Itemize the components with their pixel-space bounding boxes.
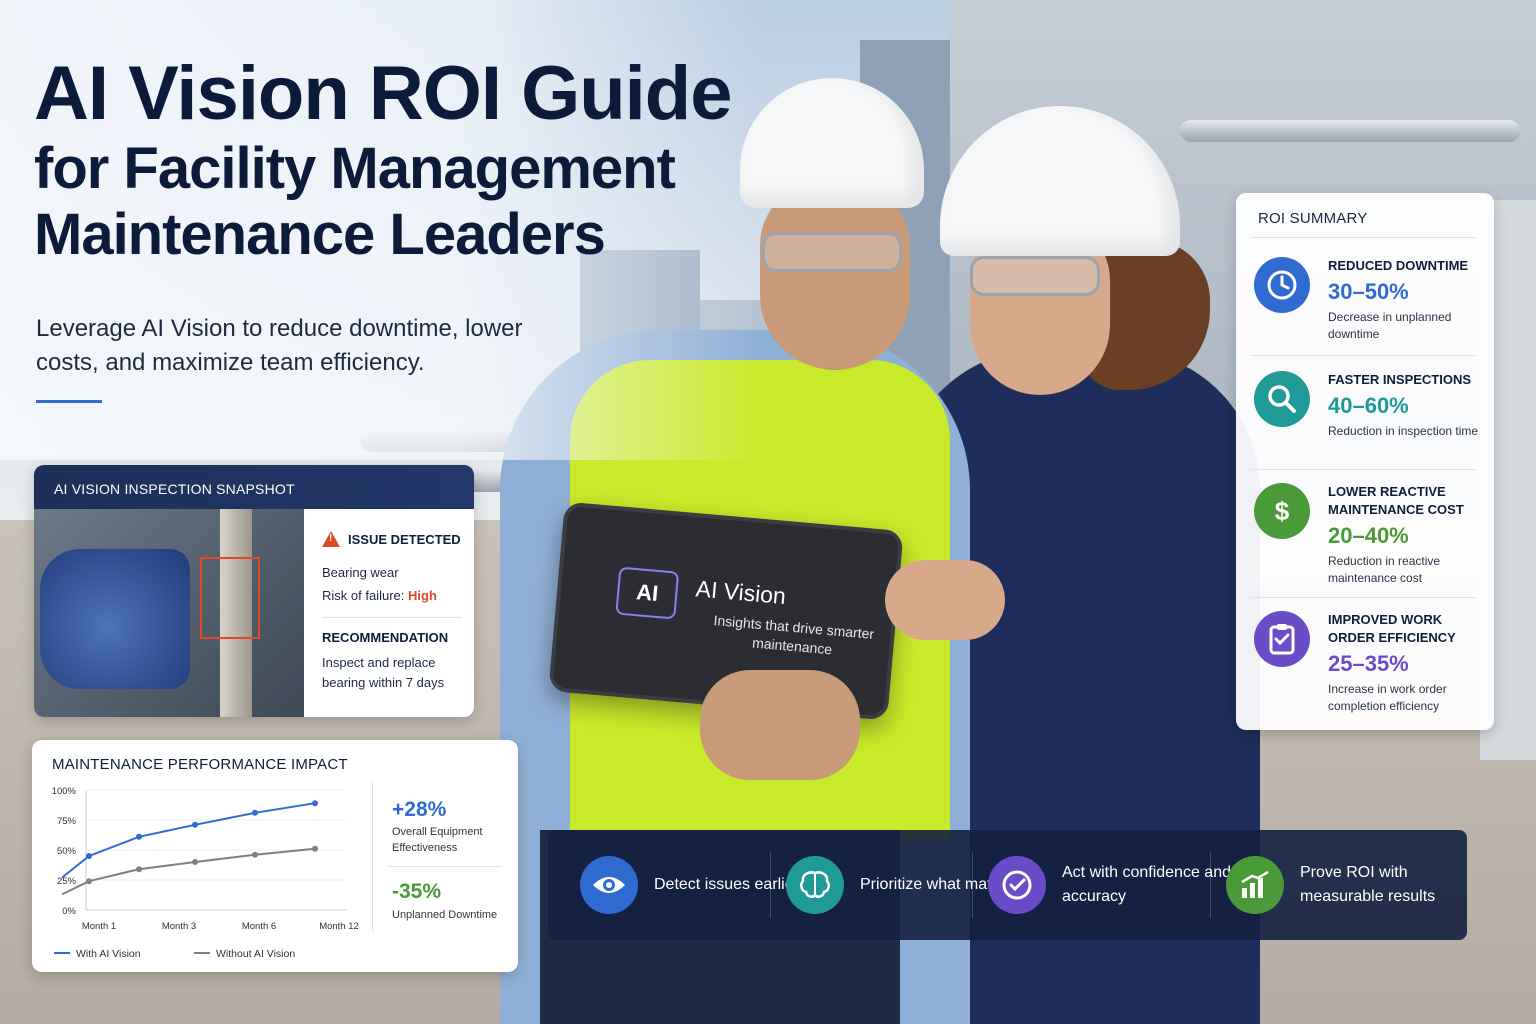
series-point bbox=[86, 878, 92, 885]
series-point bbox=[136, 866, 142, 873]
tablet-title: AI Vision bbox=[694, 575, 788, 610]
issue-detected-row: ISSUE DETECTED bbox=[322, 531, 462, 547]
roi-description: Decrease in unplanned downtime bbox=[1328, 310, 1452, 341]
ai-logo-icon: AI bbox=[615, 566, 680, 620]
recommendation-label: RECOMMENDATION bbox=[322, 630, 449, 645]
x-tick-label: Month 6 bbox=[242, 921, 276, 932]
rooftop-pipe bbox=[1180, 120, 1520, 142]
roi-value: 30–50% bbox=[1328, 279, 1409, 304]
holding-hand bbox=[700, 670, 860, 780]
series-point bbox=[252, 851, 258, 858]
roi-heading: FASTER INSPECTIONS bbox=[1328, 372, 1472, 387]
roi-summary-card: ROI SUMMARY REDUCED DOWNTIME 30–50% Decr… bbox=[1236, 193, 1494, 730]
benefits-strip: Detect issues earlier Prioritize what ma… bbox=[548, 830, 1467, 940]
risk-row: Risk of failure: High bbox=[322, 588, 462, 603]
legend-label: Without AI Vision bbox=[216, 948, 295, 960]
roi-heading: IMPROVED WORK ORDER EFFICIENCY bbox=[1328, 612, 1456, 645]
warning-icon bbox=[322, 531, 340, 547]
series-point bbox=[192, 821, 198, 828]
stat-divider bbox=[388, 866, 502, 867]
series-point bbox=[312, 800, 318, 807]
issue-detected-label: ISSUE DETECTED bbox=[348, 531, 461, 547]
tablet-tagline: Insights that drive smarter maintenance bbox=[712, 611, 875, 658]
x-tick-label: Month 1 bbox=[82, 921, 116, 932]
roi-description: Reduction in inspection time bbox=[1328, 424, 1479, 438]
legend-label: With AI Vision bbox=[76, 948, 141, 960]
series-point bbox=[86, 853, 92, 859]
y-tick-label: 75% bbox=[57, 816, 77, 827]
series-point bbox=[136, 833, 142, 840]
snapshot-details: ISSUE DETECTED Bearing wear Risk of fail… bbox=[322, 531, 462, 693]
roi-divider bbox=[1250, 597, 1476, 598]
y-tick-label: 25% bbox=[57, 876, 77, 887]
y-tick-label: 100% bbox=[52, 786, 77, 797]
issue-name: Bearing wear bbox=[322, 565, 399, 580]
accent-divider bbox=[36, 400, 102, 403]
snapshot-divider bbox=[322, 617, 462, 618]
performance-impact-card: MAINTENANCE PERFORMANCE IMPACT 0% 25% 50% 7… bbox=[32, 740, 518, 972]
roi-divider bbox=[1250, 469, 1476, 470]
roi-description: Reduction in reactive maintenance cost bbox=[1328, 554, 1441, 585]
oee-stat-value: +28% bbox=[392, 798, 447, 821]
male-technician-head bbox=[760, 180, 910, 370]
brain-icon bbox=[786, 856, 844, 914]
benefit-divider bbox=[770, 852, 771, 918]
series-line bbox=[61, 847, 316, 896]
benefit-divider bbox=[972, 852, 973, 918]
roi-heading: REDUCED DOWNTIME bbox=[1328, 258, 1469, 273]
inspection-snapshot-card: AI VISION INSPECTION SNAPSHOT ISSUE DETE… bbox=[34, 465, 474, 717]
series-point bbox=[192, 859, 198, 865]
bar-chart-icon bbox=[1226, 856, 1284, 914]
downtime-stat-value: -35% bbox=[392, 880, 442, 903]
roi-heading: LOWER REACTIVE MAINTENANCE COST bbox=[1328, 484, 1464, 517]
benefit-prioritize: Prioritize what matters bbox=[786, 856, 1020, 914]
roi-description: Increase in work order completion effici… bbox=[1328, 682, 1447, 713]
y-tick-label: 0% bbox=[62, 906, 76, 917]
detection-bounding-box bbox=[200, 557, 260, 639]
pointing-hand bbox=[885, 560, 1005, 640]
risk-value: High bbox=[408, 588, 437, 603]
benefit-divider bbox=[1210, 852, 1211, 918]
series-point bbox=[312, 845, 318, 852]
roi-value: 40–60% bbox=[1328, 393, 1409, 418]
benefit-text: Prove ROI with measurable results bbox=[1300, 864, 1436, 905]
benefit-detect: Detect issues earlier bbox=[580, 856, 814, 914]
roi-value: 20–40% bbox=[1328, 523, 1409, 548]
page-title: AI Vision ROI Guide for Facility Managem… bbox=[34, 51, 732, 268]
dollar-icon: $ bbox=[1254, 483, 1310, 539]
performance-line-chart: 0% 25% 50% 75% 100% Month 1 Month 3 Month 6 Mont… bbox=[52, 786, 359, 960]
title-line-3: Maintenance Leaders bbox=[34, 202, 606, 267]
page-subtitle: Leverage AI Vision to reduce downtime, l… bbox=[36, 315, 523, 376]
roi-summary-title: ROI SUMMARY bbox=[1258, 210, 1368, 227]
x-tick-label: Month 12 bbox=[319, 921, 359, 932]
roi-divider bbox=[1250, 237, 1476, 238]
motor-photo bbox=[34, 509, 304, 717]
title-line-1: AI Vision ROI Guide bbox=[34, 51, 732, 136]
electric-motor bbox=[40, 549, 190, 689]
roi-divider bbox=[1250, 355, 1476, 356]
performance-divider bbox=[372, 782, 373, 932]
benefit-act: Act with confidence and accuracy bbox=[988, 856, 1232, 914]
safety-glasses bbox=[762, 232, 902, 272]
x-tick-label: Month 3 bbox=[162, 921, 196, 932]
downtime-stat-label: Unplanned Downtime bbox=[392, 909, 498, 921]
benefit-prove: Prove ROI with measurable results bbox=[1226, 856, 1470, 914]
snapshot-title: AI VISION INSPECTION SNAPSHOT bbox=[34, 465, 474, 509]
series-point bbox=[252, 809, 258, 816]
title-line-2: for Facility Management bbox=[34, 136, 676, 201]
y-tick-label: 50% bbox=[57, 846, 77, 857]
clock-icon bbox=[1254, 257, 1310, 313]
clipboard-icon bbox=[1254, 611, 1310, 667]
risk-label: Risk of failure: bbox=[322, 588, 405, 603]
magnifier-icon bbox=[1254, 371, 1310, 427]
safety-glasses bbox=[970, 256, 1100, 296]
series-line bbox=[61, 802, 316, 879]
eye-icon bbox=[580, 856, 638, 914]
check-icon bbox=[988, 856, 1046, 914]
benefit-text: Act with confidence and accuracy bbox=[1062, 864, 1231, 905]
roi-value: 25–35% bbox=[1328, 651, 1409, 676]
recommendation-text: Inspect and replace bearing within 7 day… bbox=[322, 655, 445, 690]
oee-stat-label: Overall Equipment Effectiveness bbox=[392, 826, 483, 854]
